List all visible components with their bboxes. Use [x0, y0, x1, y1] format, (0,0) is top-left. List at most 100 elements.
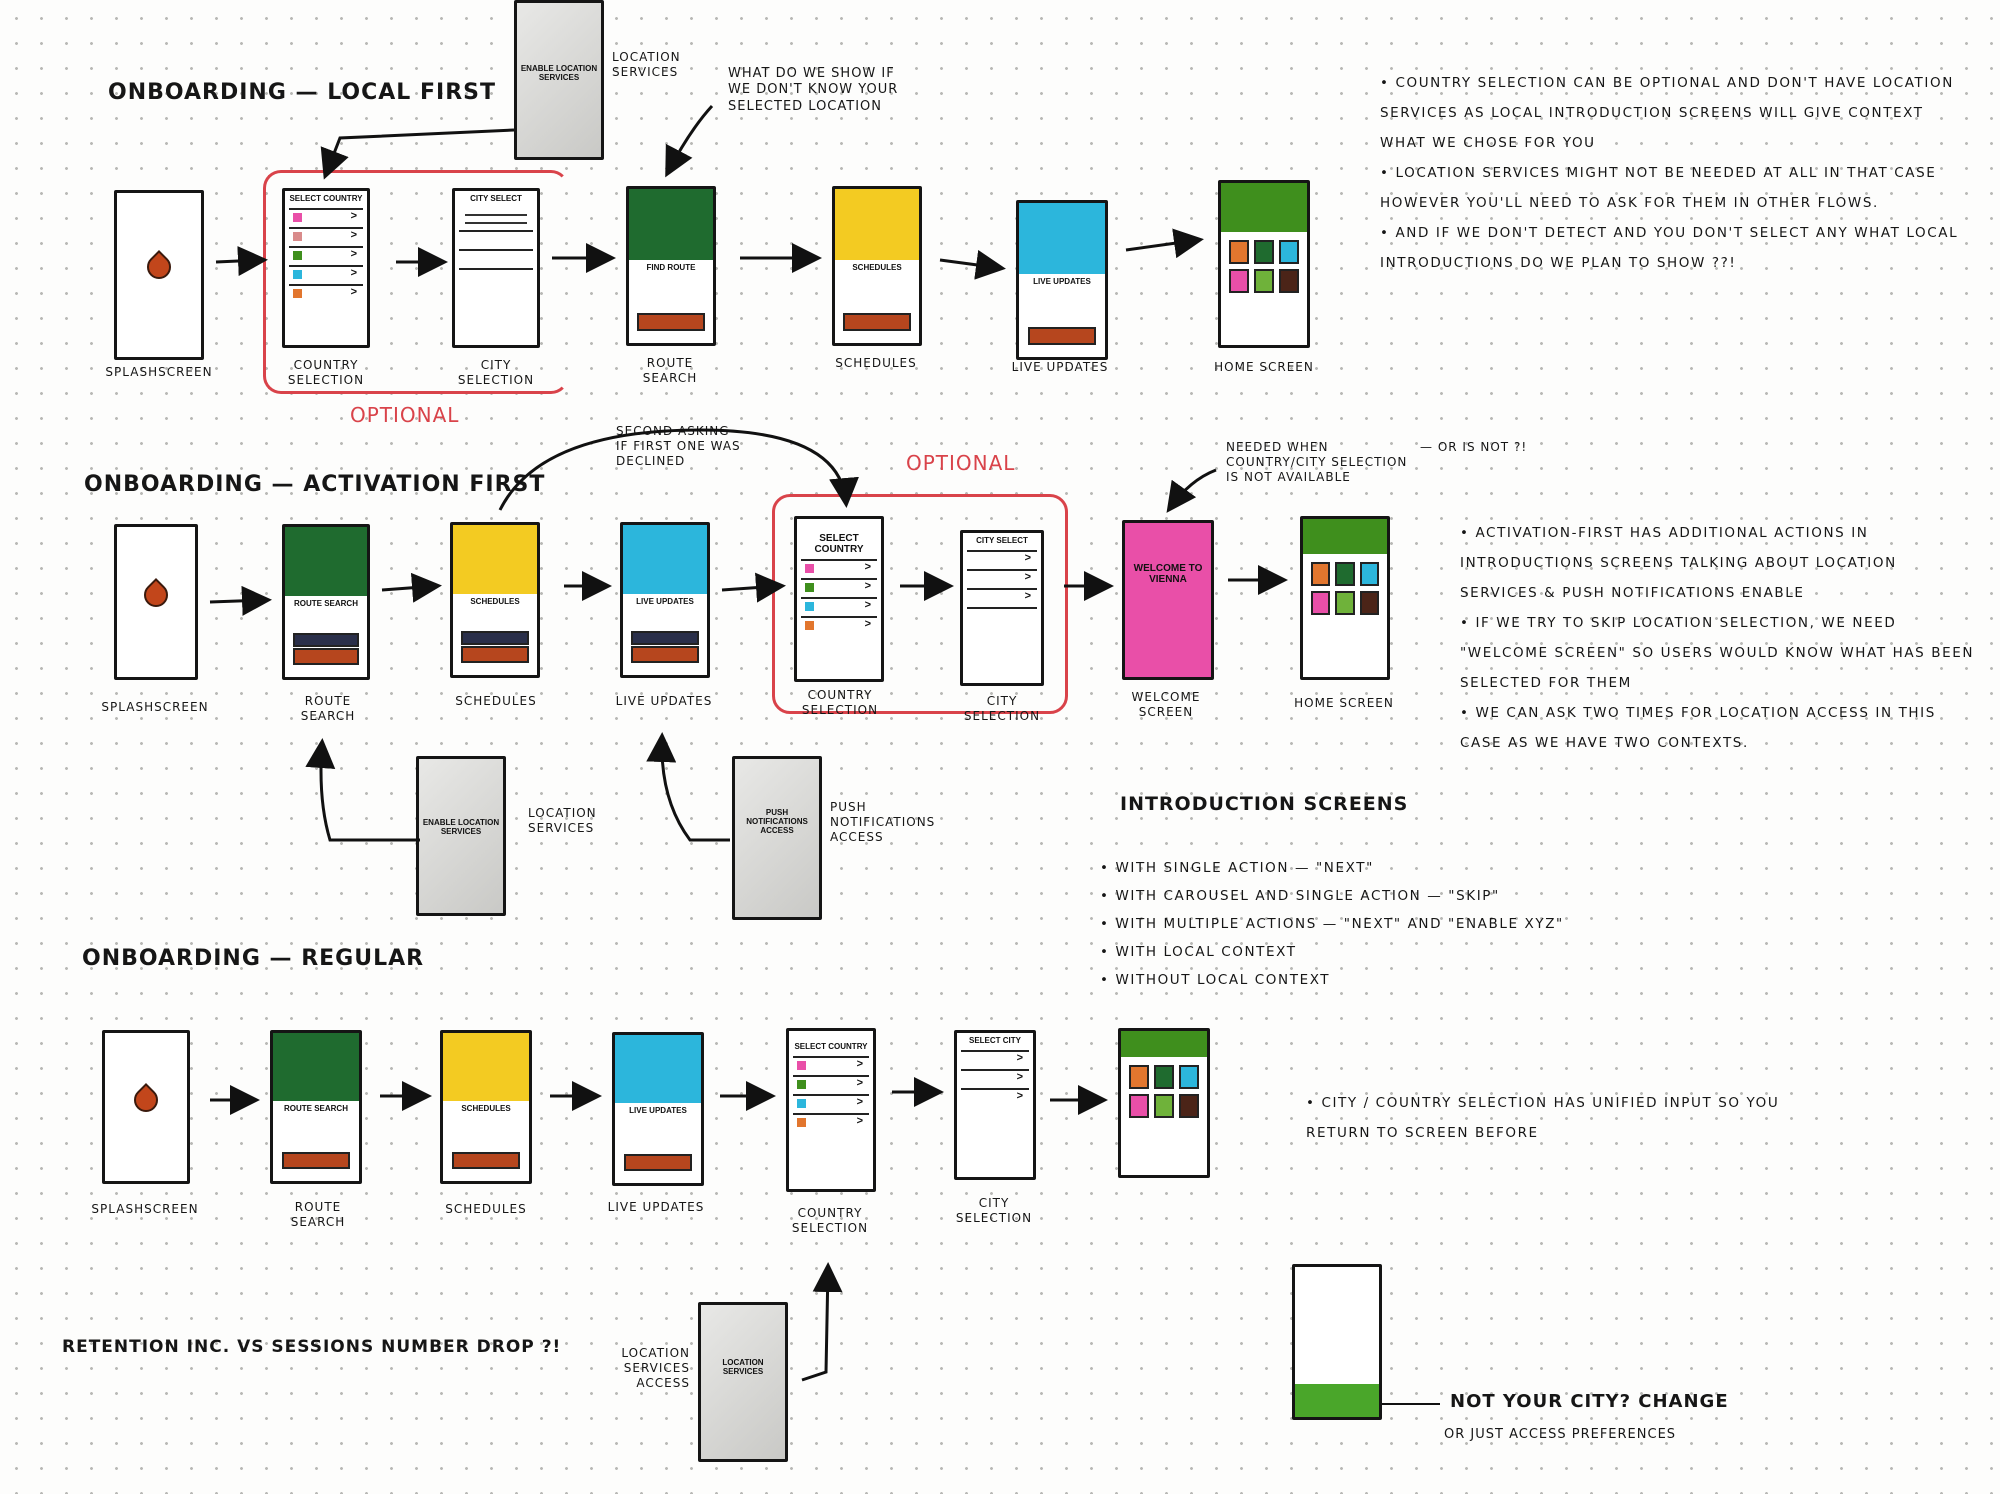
flow-arrow	[1125, 228, 1204, 259]
screen-live-updates: Live updates	[620, 522, 710, 678]
screen-push-notifications: Push notifications access	[732, 756, 822, 920]
location-services-arrow	[801, 1262, 843, 1382]
screen-label: Country selection	[801, 688, 879, 717]
screen-caption: Location services	[722, 1358, 764, 1376]
screen-label: Home screen	[1214, 360, 1314, 374]
annotation-arrow	[665, 104, 714, 178]
screen-label: Schedules	[835, 356, 917, 370]
screen-label: Live updates	[615, 694, 713, 708]
screen-city-selection: Select city > > >	[954, 1030, 1036, 1180]
screen-header: Schedules	[461, 1104, 511, 1114]
screen-header: Welcome to Vienna	[1133, 563, 1203, 585]
screen-live-updates: Live updates	[612, 1032, 704, 1186]
note-item: • And if we don't detect and you don't s…	[1380, 225, 1959, 271]
screen-header: Live updates	[1033, 276, 1091, 286]
introduction-screens-list: • With single action — "Next" • With car…	[1100, 854, 1660, 994]
side-screen-label: Location services	[612, 50, 681, 79]
screen-label: Country selection	[287, 358, 365, 387]
screen-route-search: Route search	[282, 524, 370, 680]
side-screen-label: Push notifications access	[830, 800, 936, 844]
screen-route-search: Route search	[270, 1030, 362, 1184]
annotation-or-not: — or is not ?!	[1420, 440, 1528, 454]
screen-header: Select city	[968, 1036, 1021, 1045]
logo-drop-icon	[142, 249, 176, 284]
screen-header: Live updates	[636, 597, 694, 606]
screen-live-updates: Live updates	[1016, 200, 1108, 360]
screen-label: Schedules	[445, 1202, 527, 1216]
screen-schedules: Schedules	[450, 522, 540, 678]
screen-home	[1218, 180, 1310, 348]
screen-label: Splashscreen	[105, 365, 213, 379]
intro-item: • With carousel and single action — "Ski…	[1100, 888, 1500, 904]
screen-label: Splashscreen	[91, 1202, 199, 1216]
screen-splashscreen	[114, 524, 198, 680]
optional-label: Optional	[350, 403, 460, 427]
screen-label: City selection	[963, 694, 1041, 723]
note-item: • Country selection can be optional and …	[1380, 75, 1954, 151]
screen-label: Live updates	[607, 1200, 705, 1214]
screen-header: Route search	[283, 1104, 348, 1114]
intro-item: • With multiple actions — "Next" and "En…	[1100, 916, 1564, 932]
flow-arrow	[381, 572, 442, 603]
screen-schedules: Schedules	[440, 1030, 532, 1184]
screen-header: Select country	[794, 1042, 868, 1051]
annotation-arrow	[1166, 468, 1217, 513]
screen-color-header	[629, 189, 713, 260]
location-services-arrow	[305, 738, 420, 842]
retention-question: Retention inc. vs sessions number drop ?…	[62, 1337, 562, 1357]
screen-enable-location-services: Enable location services	[514, 0, 604, 160]
annotation-unknown-location: What do we show if we don't know your se…	[728, 66, 899, 114]
screen-label: Route search	[300, 694, 356, 723]
intro-item: • Without local context	[1100, 972, 1331, 988]
screen-label: Home screen	[1294, 696, 1394, 710]
flow-arrow-location	[320, 128, 515, 180]
notes-regular: • City / country selection has unified i…	[1306, 1088, 1826, 1148]
intro-item: • With local context	[1100, 944, 1297, 960]
intro-item: • With single action — "Next"	[1100, 860, 1374, 876]
section-title-regular: Onboarding — regular	[82, 946, 425, 971]
screen-city-selection: City select > > >	[960, 530, 1044, 686]
optional-label: Optional	[906, 451, 1016, 475]
note-item: • Activation-first has additional action…	[1460, 525, 1897, 601]
note-item: • If we try to skip location selection, …	[1460, 615, 1975, 691]
push-notifications-arrow	[646, 732, 730, 842]
side-screen-label: Location services access	[621, 1346, 690, 1390]
flow-arrow	[939, 249, 1006, 280]
screen-home	[1300, 516, 1390, 680]
screen-header: Schedules	[470, 597, 520, 606]
side-screen-label: Location services	[528, 806, 597, 835]
screen-city-selection: City select	[452, 188, 540, 348]
screen-location-services: Location services	[698, 1302, 788, 1462]
city-change-banner	[1295, 1384, 1379, 1417]
flow-arrow	[209, 585, 272, 616]
flow-arrow	[215, 246, 268, 277]
screen-schedules: Schedules	[832, 186, 922, 346]
screen-country-selection: Select country > > > >	[786, 1028, 876, 1192]
screen-banner-mock	[1292, 1264, 1382, 1420]
screen-label: Route search	[290, 1200, 346, 1229]
note-item: • City / country selection has unified i…	[1306, 1095, 1780, 1141]
screen-header: Live updates	[629, 1106, 687, 1116]
screen-label: Welcome screen	[1131, 690, 1201, 719]
screen-country-selection: Select country > > > > >	[282, 188, 370, 348]
screen-home	[1118, 1028, 1210, 1178]
annotation-welcome-needed: Needed when country/city selection is no…	[1226, 440, 1408, 484]
screen-header: Route search	[293, 599, 358, 608]
banner-subtitle: or just access preferences	[1444, 1427, 1677, 1442]
screen-enable-location-services: Enable location services	[416, 756, 506, 916]
screen-header: Select country	[814, 533, 864, 555]
screen-header: Select country	[289, 194, 363, 203]
screen-header: Find route	[646, 262, 696, 272]
note-item: • We can ask two times for location acce…	[1460, 705, 1936, 751]
banner-title: Not your city? Change	[1450, 1391, 1729, 1412]
note-item: • Location services might not be needed …	[1380, 165, 1937, 211]
screen-header: Schedules	[852, 262, 902, 272]
screen-header: City select	[976, 536, 1028, 545]
screen-caption: Push notifications access	[746, 808, 808, 835]
notes-activation-first: • Activation-first has additional action…	[1460, 518, 1980, 758]
screen-caption: Enable location services	[422, 818, 500, 836]
introduction-screens-title: Introduction screens	[1120, 793, 1409, 815]
screen-label: City selection	[457, 358, 535, 387]
screen-splashscreen	[102, 1030, 190, 1184]
screen-label: Splashscreen	[101, 700, 209, 714]
